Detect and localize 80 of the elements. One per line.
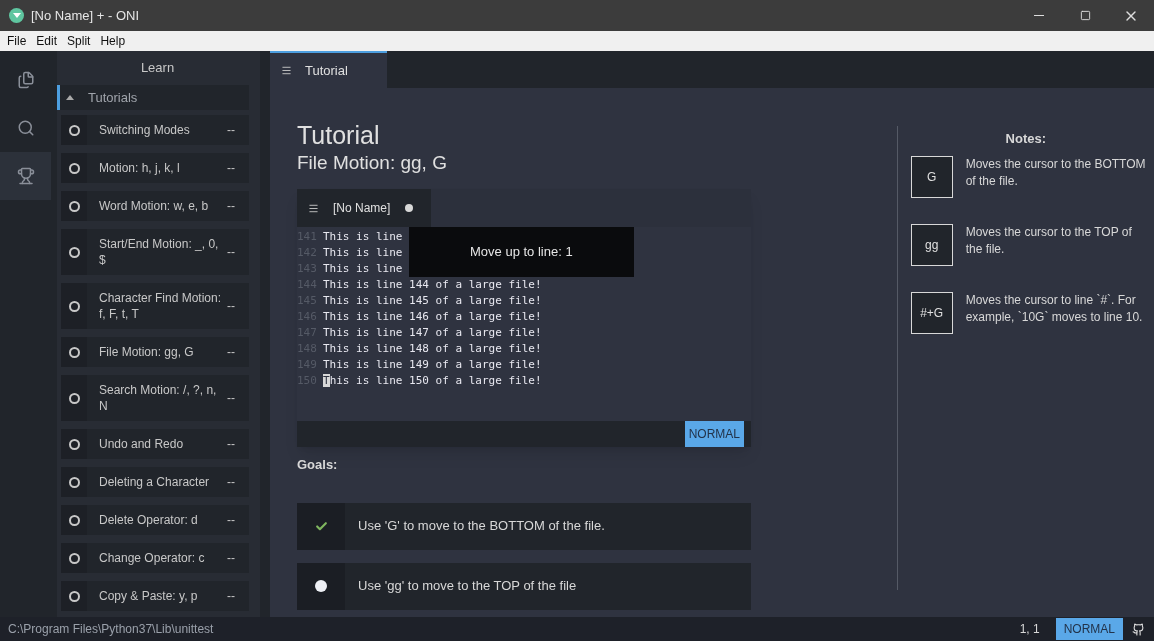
github-icon[interactable] bbox=[1132, 622, 1145, 636]
tutorial-status: -- bbox=[227, 512, 236, 529]
search-icon bbox=[16, 119, 35, 137]
notes-title: Notes: bbox=[1005, 130, 1047, 148]
tutorial-label: Word Motion: w, e, b bbox=[98, 198, 210, 215]
tutorial-item[interactable]: Deleting a Character -- bbox=[61, 467, 249, 497]
status-path: C:\Program Files\Python37\Lib\unittest bbox=[8, 621, 214, 638]
tutorial-status: -- bbox=[227, 390, 236, 407]
goal-text: Use 'G' to move to the BOTTOM of the file. bbox=[358, 517, 605, 536]
code-line: This is line 148 of a large file! bbox=[323, 341, 542, 357]
tutorial-label: Character Find Motion: f, F, t, T bbox=[98, 290, 223, 323]
menu-item[interactable]: Edit bbox=[31, 32, 63, 50]
cursor-position: 1, 1 bbox=[1019, 621, 1040, 638]
file-lines-icon bbox=[281, 65, 292, 76]
mode-indicator: NORMAL bbox=[1055, 618, 1123, 640]
tutorial-status: -- bbox=[227, 344, 236, 361]
tutorial-status: -- bbox=[227, 122, 236, 139]
buffer-tab[interactable]: [No Name] bbox=[297, 189, 431, 227]
tutorial-title: Tutorial bbox=[297, 120, 381, 150]
app-logo-icon bbox=[9, 8, 24, 23]
code-line: This is line 149 of a large file! bbox=[323, 357, 542, 373]
tutorial-label: Copy & Paste: y, p bbox=[98, 588, 199, 605]
tutorial-label: File Motion: gg, G bbox=[98, 344, 195, 361]
code-line: This is line 147 of a large file! bbox=[323, 325, 542, 341]
tutorial-item[interactable]: Change Operator: c -- bbox=[61, 543, 249, 573]
trophy-icon bbox=[16, 167, 35, 185]
code-line: This is line bbox=[323, 245, 403, 261]
file-lines-icon bbox=[308, 202, 319, 214]
tutorial-label: Search Motion: /, ?, n, N bbox=[98, 382, 218, 415]
tutorial-label: Undo and Redo bbox=[98, 436, 185, 453]
section-label: Tutorials bbox=[88, 88, 138, 107]
tutorial-label: Switching Modes bbox=[98, 122, 191, 139]
goal-text: Use 'gg' to move to the TOP of the file bbox=[358, 577, 577, 596]
tutorial-status: -- bbox=[227, 198, 236, 215]
tutorial-label: Motion: h, j, k, l bbox=[98, 160, 181, 177]
tutorial-status: -- bbox=[227, 474, 236, 491]
note-text: Moves the cursor to the BOTTOM of the file. bbox=[965, 155, 1146, 190]
tutorials-section-header[interactable]: Tutorials bbox=[57, 85, 249, 110]
tutorial-label: Delete Operator: d bbox=[98, 512, 199, 529]
tutorial-label: Deleting a Character bbox=[98, 474, 211, 491]
tutorial-subtitle: File Motion: gg, G bbox=[297, 151, 448, 175]
tutorial-status: -- bbox=[227, 436, 236, 453]
tutorial-status: -- bbox=[227, 550, 236, 567]
tutorial-status: -- bbox=[227, 160, 236, 177]
key-badge: gg bbox=[910, 223, 953, 266]
key-badge: #+G bbox=[910, 291, 953, 334]
tutorial-label: Start/End Motion: _, 0, $ bbox=[98, 236, 220, 269]
goals-heading: Goals: bbox=[297, 456, 339, 474]
tutorial-label: Change Operator: c bbox=[98, 550, 206, 567]
key-badge: G bbox=[910, 155, 953, 198]
files-icon bbox=[16, 71, 35, 89]
tutorial-status: -- bbox=[227, 588, 236, 605]
maximize-icon bbox=[1079, 10, 1091, 21]
tutorial-item[interactable]: Motion: h, j, k, l -- bbox=[61, 153, 249, 183]
tutorial-status: -- bbox=[227, 298, 236, 315]
tutorial-item[interactable]: Delete Operator: d -- bbox=[61, 505, 249, 535]
note-text: Moves the cursor to line `#`. For example, `10G` moves to line 10. bbox=[965, 291, 1144, 326]
tutorial-status: -- bbox=[227, 244, 236, 261]
tutorial-item[interactable]: Copy & Paste: y, p -- bbox=[61, 581, 249, 611]
window-title: [No Name] + - ONI bbox=[31, 6, 139, 25]
code-line: This is line bbox=[323, 261, 403, 277]
tutorial-item[interactable]: Word Motion: w, e, b -- bbox=[61, 191, 249, 221]
sidebar-title: Learn bbox=[140, 59, 175, 78]
code-line: This is line 146 of a large file! bbox=[323, 309, 542, 325]
tutorial-item[interactable]: Switching Modes -- bbox=[61, 115, 249, 145]
tutorial-item[interactable]: Undo and Redo -- bbox=[61, 429, 249, 459]
menu-item[interactable]: Split bbox=[62, 32, 96, 50]
code-line: This is line 144 of a large file! bbox=[323, 277, 542, 293]
note-text: Moves the cursor to the TOP of the file. bbox=[965, 223, 1133, 258]
activity-bar-button[interactable] bbox=[0, 152, 51, 200]
menu-item[interactable]: Help bbox=[95, 32, 131, 50]
code-line: This is line bbox=[323, 229, 403, 245]
code-line: This is line 145 of a large file! bbox=[323, 293, 542, 309]
tutorial-item[interactable]: File Motion: gg, G -- bbox=[61, 337, 249, 367]
expand-caret-icon bbox=[66, 95, 74, 100]
command-tooltip: Move up to line: 1 bbox=[409, 227, 634, 277]
mode-indicator: NORMAL bbox=[684, 421, 744, 447]
minimize-icon bbox=[1034, 15, 1044, 16]
menu-item[interactable]: File bbox=[2, 32, 32, 50]
editor-tab[interactable]: Tutorial bbox=[270, 51, 387, 88]
